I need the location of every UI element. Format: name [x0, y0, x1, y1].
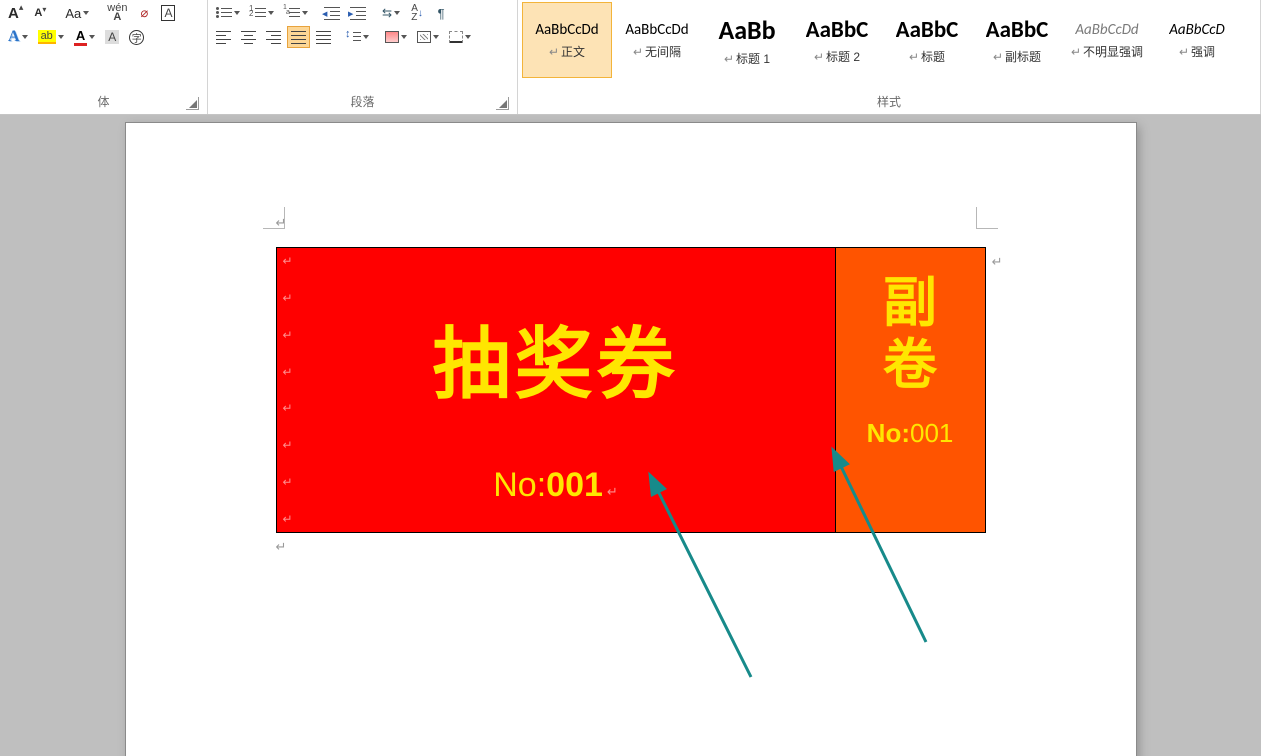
- styles-group-label: 样式: [877, 95, 901, 109]
- font-color-button[interactable]: A: [70, 26, 99, 48]
- ticket-table[interactable]: ↵↵↵↵↵↵↵↵ 抽奖券 No:001↵: [276, 247, 986, 533]
- phonetic-guide-button[interactable]: wénA: [103, 2, 131, 24]
- style-preview: AaBbCcDd: [1075, 21, 1138, 39]
- style-item-subtle[interactable]: AaBbCcDd ↵不明显强调: [1062, 2, 1152, 78]
- style-item-h2[interactable]: AaBbC ↵标题 2: [792, 2, 882, 78]
- multilevel-list-button[interactable]: [280, 2, 312, 24]
- stub-title: 副 卷: [846, 272, 975, 396]
- margin-marker-top-right: [976, 207, 998, 229]
- style-name-label: ↵无间隔: [633, 43, 681, 60]
- ticket-stub-cell[interactable]: 副 卷 No:001 ↵: [835, 248, 985, 533]
- numbering-button[interactable]: [246, 2, 278, 24]
- style-name-label: ↵标题 1: [724, 50, 770, 67]
- style-item-subtitle[interactable]: AaBbC ↵副标题: [972, 2, 1062, 78]
- ribbon-group-font: A▴ A▾ Aa wénA ⌀ A A ab A A 字 体: [0, 0, 208, 114]
- enclose-characters-button[interactable]: A: [157, 2, 179, 24]
- style-name-label: ↵不明显强调: [1071, 43, 1143, 60]
- align-distribute-button[interactable]: [312, 26, 335, 48]
- show-marks-button[interactable]: ¶: [430, 2, 452, 24]
- clear-formatting-button[interactable]: ⌀: [133, 2, 155, 24]
- styles-gallery: AaBbCcDd ↵正文 AaBbCcDd ↵无间隔 AaBb ↵标题 1 AaBbC ↵标题…: [522, 2, 1256, 78]
- style-preview: AaBb: [718, 14, 775, 46]
- shrink-font-button[interactable]: A▾: [29, 2, 51, 24]
- style-item-body[interactable]: AaBbCcDd ↵正文: [522, 2, 612, 78]
- stub-number: No:001: [846, 418, 975, 449]
- paragraph-mark: ↵: [276, 539, 1026, 555]
- style-item-emph[interactable]: AaBbCcD ↵强调: [1152, 2, 1242, 78]
- tabs-button[interactable]: ⇆: [378, 2, 404, 24]
- style-name-label: ↵正文: [549, 43, 585, 60]
- style-preview: AaBbCcDd: [535, 21, 598, 39]
- bullets-button[interactable]: [212, 2, 244, 24]
- text-effects-button[interactable]: A: [4, 26, 32, 48]
- paragraph-group-label: 段落: [350, 95, 374, 109]
- style-preview: AaBbC: [896, 16, 959, 44]
- cell-marks: ↵↵↵↵↵↵↵↵: [283, 254, 293, 526]
- character-shading-button[interactable]: A: [101, 26, 123, 48]
- style-preview: AaBbC: [986, 16, 1049, 44]
- page[interactable]: ↵ ↵↵↵↵↵↵↵↵ 抽奖券 No:001↵: [126, 123, 1136, 756]
- decrease-indent-button[interactable]: [320, 2, 344, 24]
- page-shading-button[interactable]: [413, 26, 443, 48]
- align-center-button[interactable]: [237, 26, 260, 48]
- grow-font-button[interactable]: A▴: [4, 2, 27, 24]
- style-name-label: ↵标题: [909, 48, 945, 65]
- borders-button[interactable]: [445, 26, 475, 48]
- style-preview: AaBbCcDd: [625, 21, 688, 39]
- row-end-mark: ↵: [992, 254, 1003, 270]
- style-preview: AaBbCcD: [1169, 21, 1225, 39]
- style-name-label: ↵副标题: [993, 48, 1041, 65]
- line-spacing-button[interactable]: [343, 26, 373, 48]
- highlight-button[interactable]: ab: [34, 26, 68, 48]
- increase-indent-button[interactable]: [346, 2, 370, 24]
- paragraph-mark: ↵: [276, 215, 1026, 231]
- change-case-button[interactable]: Aa: [61, 2, 93, 24]
- style-item-nosp[interactable]: AaBbCcDd ↵无间隔: [612, 2, 702, 78]
- ticket-number: No:001↵: [287, 466, 825, 505]
- sort-button[interactable]: AZ↓: [406, 2, 428, 24]
- style-item-title[interactable]: AaBbC ↵标题: [882, 2, 972, 78]
- ticket-main-cell[interactable]: ↵↵↵↵↵↵↵↵ 抽奖券 No:001↵: [276, 248, 835, 533]
- font-group-label: 体: [97, 95, 109, 109]
- style-preview: AaBbC: [806, 16, 869, 44]
- align-left-button[interactable]: [212, 26, 235, 48]
- paragraph-dialog-launcher[interactable]: [496, 97, 509, 110]
- align-right-button[interactable]: [262, 26, 285, 48]
- ribbon-group-styles: AaBbCcDd ↵正文 AaBbCcDd ↵无间隔 AaBb ↵标题 1 AaBbC ↵标题…: [518, 0, 1261, 114]
- margin-marker-top-left: [263, 207, 285, 229]
- ribbon-group-paragraph: ⇆ AZ↓ ¶ 段落: [208, 0, 518, 114]
- style-item-h1[interactable]: AaBb ↵标题 1: [702, 2, 792, 78]
- document-canvas[interactable]: ↵ ↵↵↵↵↵↵↵↵ 抽奖券 No:001↵: [0, 115, 1261, 756]
- shading-button[interactable]: [381, 26, 411, 48]
- style-name-label: ↵强调: [1179, 43, 1215, 60]
- ticket-wrapper: ↵↵↵↵↵↵↵↵ 抽奖券 No:001↵: [276, 247, 1026, 555]
- style-name-label: ↵标题 2: [814, 48, 860, 65]
- font-dialog-launcher[interactable]: [186, 97, 199, 110]
- align-justify-button[interactable]: [287, 26, 310, 48]
- ribbon: A▴ A▾ Aa wénA ⌀ A A ab A A 字 体: [0, 0, 1261, 115]
- ticket-title: 抽奖券: [287, 302, 825, 414]
- enclose-character-button[interactable]: 字: [125, 26, 148, 48]
